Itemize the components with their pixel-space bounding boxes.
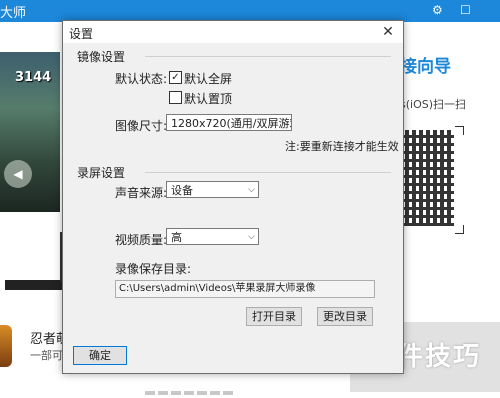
video-quality-label: 视频质量: [115, 233, 168, 247]
audio-source-label: 声音来源: [115, 186, 168, 200]
chevron-down-icon: ⌵ [248, 232, 255, 242]
fullscreen-checkbox[interactable]: ✓ [169, 71, 182, 84]
topmost-checkbox[interactable] [169, 91, 182, 104]
default-state-label: 默认状态: [115, 72, 168, 86]
video-quality-select[interactable]: 高 ⌵ [166, 228, 259, 245]
game-score-text: 3144 [15, 70, 52, 85]
close-icon[interactable]: ✕ [379, 23, 397, 41]
mirror-settings-heading: 镜像设置 [77, 50, 126, 64]
record-settings-heading: 录屏设置 [77, 166, 126, 180]
chevron-down-icon: ⌵ [248, 185, 255, 195]
fullscreen-label[interactable]: 默认全屏 [184, 70, 232, 87]
chevron-down-icon: ⌵ [281, 118, 288, 128]
video-quality-value: 高 [171, 231, 182, 244]
change-dir-button[interactable]: 更改目录 [317, 307, 373, 326]
image-size-label: 图像尺寸: [115, 119, 168, 133]
audio-source-select[interactable]: 设备 ⌵ [166, 181, 259, 198]
device-stand-image [5, 232, 66, 290]
window-restore-icon[interactable]: ☐ [460, 3, 471, 17]
save-dir-field[interactable]: C:\Users\admin\Videos\苹果录屏大师录像 [115, 280, 375, 298]
app-title-bar: 大师 ⚙ ☐ [0, 0, 500, 22]
image-size-select[interactable]: 1280x720(通用/双屏游戏) ⌵ [166, 114, 292, 131]
qr-corner-tr [455, 126, 464, 135]
carousel-dots [145, 384, 236, 398]
app-title: 大师 [0, 6, 27, 21]
ios-scan-hint: s(iOS)扫一扫 [400, 98, 467, 111]
qr-corner-br [455, 225, 464, 234]
app-thumbnail-icon[interactable] [0, 325, 12, 367]
qr-code-image [398, 130, 454, 226]
open-dir-button[interactable]: 打开目录 [246, 307, 302, 326]
ok-button[interactable]: 确定 [73, 346, 127, 365]
reconnect-note: 注:要重新连接才能生效 [285, 140, 399, 153]
section-divider [145, 172, 391, 173]
dialog-title-bar: 设置 ✕ [63, 21, 403, 43]
connect-guide-title: 接向导 [400, 57, 451, 77]
section-divider [145, 56, 391, 57]
image-size-value: 1280x720(通用/双屏游戏) [171, 117, 292, 130]
topmost-label[interactable]: 默认置顶 [184, 90, 232, 107]
dialog-title: 设置 [69, 27, 94, 41]
save-dir-label: 录像保存目录: [115, 262, 192, 276]
audio-source-value: 设备 [171, 184, 193, 197]
settings-dialog: 设置 ✕ 镜像设置 默认状态: ✓ 默认全屏 默认置顶 图像尺寸: 1280x7… [62, 20, 404, 374]
settings-gear-icon[interactable]: ⚙ [432, 3, 443, 17]
carousel-prev-arrow-icon[interactable]: ◀ [4, 160, 32, 188]
